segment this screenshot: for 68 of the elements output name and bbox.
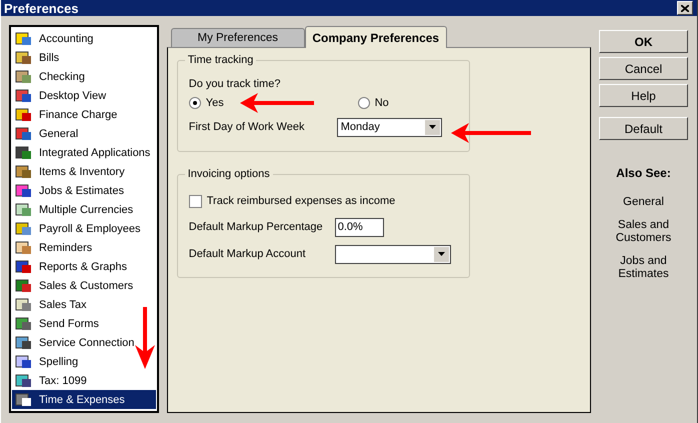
category-icon	[15, 354, 33, 370]
category-item[interactable]: Multiple Currencies	[12, 200, 156, 219]
also-see-link[interactable]: Sales and Customers	[608, 219, 678, 245]
category-icon	[15, 258, 33, 274]
category-icon	[15, 68, 33, 84]
category-icon	[15, 126, 33, 142]
category-icon	[15, 164, 33, 180]
dropdown-caret	[434, 246, 449, 262]
category-item[interactable]: Sales & Customers	[12, 276, 156, 295]
category-icon	[15, 372, 33, 388]
also-see-link[interactable]: General	[608, 196, 678, 209]
tab[interactable]: My Preferences	[170, 28, 305, 47]
also-see-heading: Also See:	[616, 166, 671, 180]
category-icon	[15, 296, 33, 312]
category-item[interactable]: General	[12, 124, 156, 143]
group-title: Invoicing options	[184, 168, 273, 180]
category-item[interactable]: Service Connection	[12, 333, 156, 352]
dropdown-caret	[424, 120, 440, 134]
question-label: Do you track time?	[188, 78, 280, 90]
weekday-dropdown[interactable]: Monday	[336, 118, 442, 136]
category-item[interactable]: Accounting	[12, 29, 156, 48]
default-button[interactable]: Default	[599, 117, 688, 140]
category-icon	[15, 88, 33, 104]
window-title: Preferences	[4, 0, 78, 16]
field-label: First Day of Work Week	[188, 121, 306, 133]
category-icon	[15, 392, 33, 408]
also-see-link[interactable]: Jobs and Estimates	[608, 255, 678, 281]
category-icon	[15, 278, 33, 294]
category-icon	[15, 50, 33, 66]
category-item[interactable]: Items & Inventory	[12, 162, 156, 181]
category-item[interactable]: Checking	[12, 67, 156, 86]
category-icon	[15, 202, 33, 218]
category-icon	[15, 30, 33, 46]
dialog-button[interactable]: OK	[599, 30, 688, 53]
radio-option[interactable]: Yes	[188, 97, 224, 109]
category-item[interactable]: Payroll & Employees	[12, 219, 156, 238]
category-item[interactable]: Jobs & Estimates	[12, 181, 156, 200]
tab[interactable]: Company Preferences	[304, 26, 447, 48]
category-item[interactable]: Reports & Graphs	[12, 257, 156, 276]
close-icon	[681, 4, 689, 12]
category-icon	[15, 316, 33, 332]
close-button[interactable]	[677, 1, 693, 15]
group-title: Time tracking	[184, 54, 256, 66]
category-item[interactable]: Tax: 1099	[12, 371, 156, 390]
markup-percentage-field[interactable]: 0.0%	[334, 218, 384, 236]
arrow-annotation	[135, 307, 155, 369]
category-icon	[15, 182, 33, 198]
category-item[interactable]: Reminders	[12, 238, 156, 257]
account-dropdown[interactable]	[334, 244, 451, 264]
category-icon	[15, 240, 33, 256]
category-item[interactable]: Spelling	[12, 352, 156, 371]
category-icon	[15, 334, 33, 350]
checkbox-option[interactable]: Track reimbursed expenses as income	[188, 194, 396, 208]
field-label: Default Markup Percentage	[188, 221, 324, 233]
category-item[interactable]: Sales Tax	[12, 295, 156, 314]
dialog-button[interactable]: Help	[599, 84, 688, 107]
category-icon	[15, 106, 33, 122]
radio-option[interactable]: No	[358, 97, 389, 109]
category-item[interactable]: Finance Charge	[12, 105, 156, 124]
dialog-button[interactable]: Cancel	[599, 57, 688, 80]
field-label: Default Markup Account	[188, 248, 307, 260]
category-item[interactable]: Integrated Applications	[12, 143, 156, 162]
category-icon	[15, 144, 33, 160]
category-item[interactable]: Bills	[12, 48, 156, 67]
category-item[interactable]: Time & Expenses	[12, 390, 156, 409]
category-item[interactable]: Desktop View	[12, 86, 156, 105]
category-icon	[15, 220, 33, 236]
category-item[interactable]: Send Forms	[12, 314, 156, 333]
